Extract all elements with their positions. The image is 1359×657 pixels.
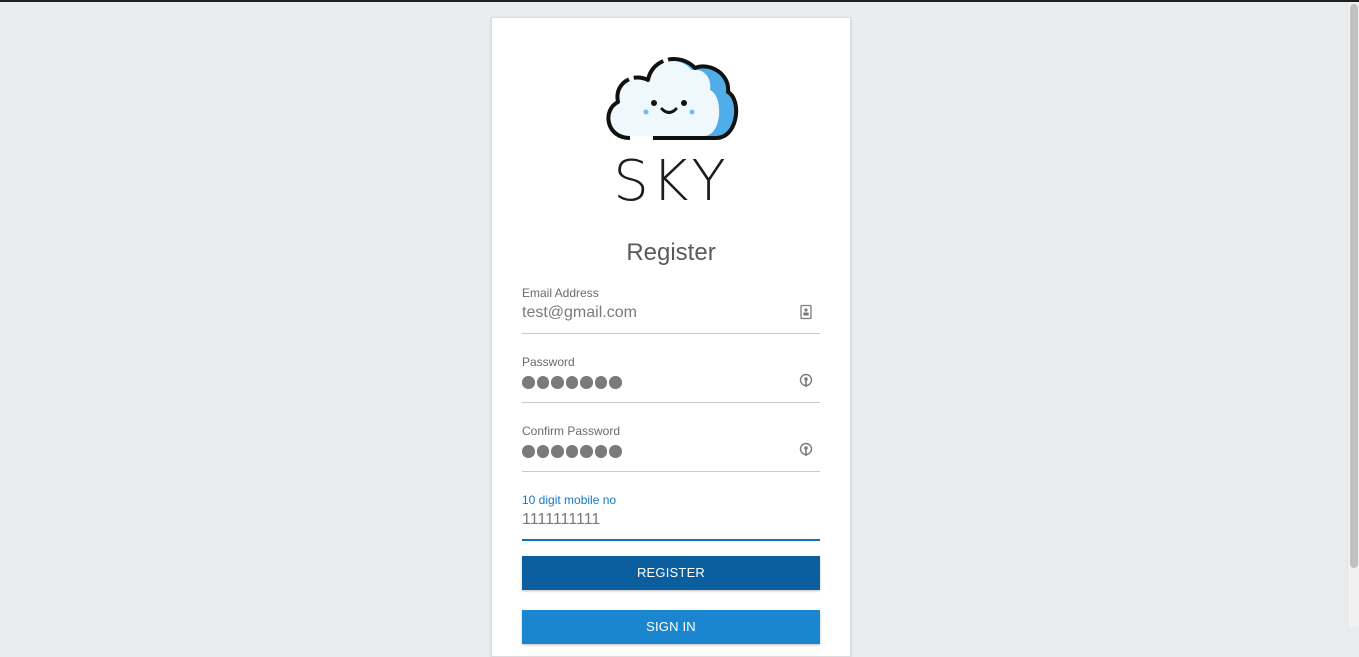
confirm-password-field[interactable]: Confirm Password	[522, 424, 820, 472]
password-label: Password	[522, 355, 575, 369]
sign-in-button[interactable]: SIGN IN	[522, 610, 820, 644]
confirm-password-masked-value[interactable]	[522, 445, 622, 458]
password-masked-value[interactable]	[522, 376, 622, 389]
brand-name: SKY	[613, 149, 729, 214]
key-icon	[799, 373, 813, 387]
register-button[interactable]: REGISTER	[522, 556, 820, 590]
key-icon	[799, 442, 813, 456]
mobile-number-field[interactable]: 10 digit mobile no 1111111111	[522, 493, 820, 541]
password-field[interactable]: Password	[522, 355, 820, 403]
page-title: Register	[626, 239, 716, 266]
contact-card-icon	[800, 304, 812, 320]
register-card: SKY Register Email Address test@gmail.co…	[491, 17, 851, 657]
mobile-number-label: 10 digit mobile no	[522, 493, 617, 507]
window-top-edge	[0, 0, 1359, 2]
email-value[interactable]: test@gmail.com	[522, 303, 637, 323]
confirm-password-label: Confirm Password	[522, 424, 621, 438]
page-scrollbar[interactable]	[1347, 2, 1359, 627]
email-field[interactable]: Email Address test@gmail.com	[522, 286, 820, 334]
cloud-logo-icon	[606, 57, 738, 140]
email-label: Email Address	[522, 286, 599, 300]
scrollbar-thumb[interactable]	[1350, 4, 1358, 568]
mobile-number-value[interactable]: 1111111111	[522, 510, 600, 530]
